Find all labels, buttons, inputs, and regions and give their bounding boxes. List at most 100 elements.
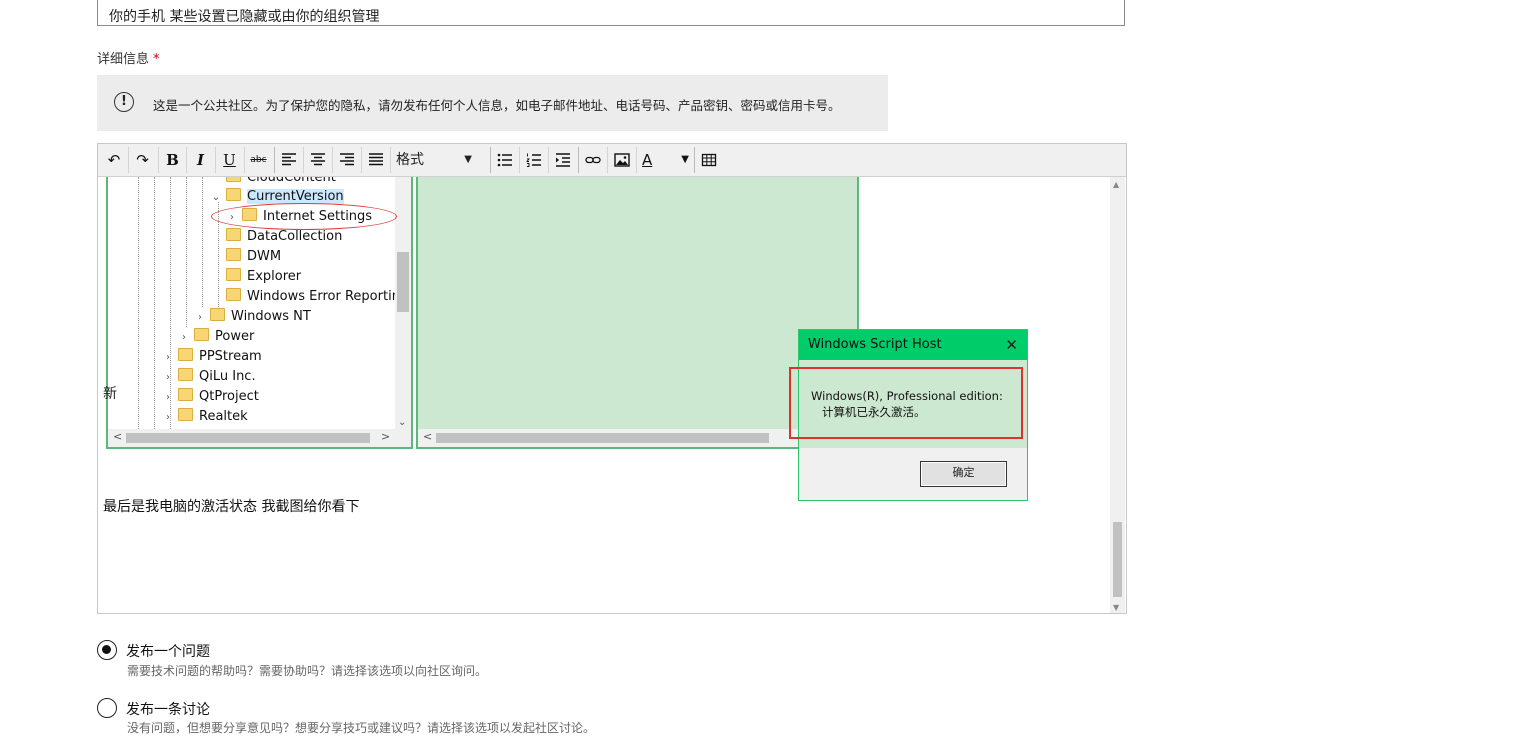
scroll-left-icon[interactable]: < xyxy=(113,430,122,443)
folder-icon xyxy=(226,177,241,182)
undo-button[interactable]: ↶ xyxy=(100,147,128,173)
close-icon[interactable]: ✕ xyxy=(1005,330,1018,360)
bold-button[interactable]: B xyxy=(158,147,186,173)
tree-item[interactable]: Windows Error Reporting xyxy=(210,287,408,307)
chevron-right-icon: › xyxy=(166,352,170,363)
scroll-down-icon[interactable]: ⌄ xyxy=(398,417,406,428)
folder-icon xyxy=(178,388,193,401)
editor-body-text: 最后是我电脑的激活状态 我截图给你看下 xyxy=(103,499,360,515)
tree-horizontal-scrollbar-thumb[interactable] xyxy=(126,433,370,443)
folder-icon xyxy=(226,228,241,241)
image-button[interactable] xyxy=(607,147,635,173)
link-icon xyxy=(584,156,601,164)
redo-icon: ↷ xyxy=(136,151,149,169)
post-question-desc: 需要技术问题的帮助吗？需要协助吗？请选择该选项以向社区询问。 xyxy=(127,664,488,678)
red-highlight-ellipse xyxy=(211,203,397,230)
folder-icon xyxy=(194,328,209,341)
editor-scrollbar-thumb[interactable] xyxy=(1113,522,1122,597)
tree-item[interactable]: › Windows NT xyxy=(194,307,311,327)
chevron-down-icon: ▼ xyxy=(681,154,689,165)
align-left-button[interactable] xyxy=(274,147,302,173)
chevron-down-icon: ▼ xyxy=(464,154,472,165)
chevron-right-icon: › xyxy=(198,312,202,323)
bold-icon: B xyxy=(166,151,179,169)
details-label: 详细信息 * xyxy=(97,48,160,67)
italic-button[interactable]: I xyxy=(186,147,214,173)
align-right-icon xyxy=(339,153,354,166)
scroll-down-icon: ▼ xyxy=(1113,603,1120,612)
bullet-list-icon xyxy=(497,153,512,167)
tree-guide xyxy=(202,177,203,307)
underline-button[interactable]: U xyxy=(215,147,243,173)
folder-icon xyxy=(226,188,241,201)
title-input-value: 你的手机 某些设置已隐藏或由你的组织管理 xyxy=(109,9,380,25)
indent-icon xyxy=(555,153,570,167)
chevron-right-icon: › xyxy=(182,332,186,343)
folder-icon xyxy=(178,348,193,361)
tree-vertical-scrollbar[interactable]: ⌄ xyxy=(395,177,411,430)
tree-item[interactable]: DWM xyxy=(210,247,281,267)
folder-icon xyxy=(178,408,193,421)
italic-icon: I xyxy=(196,151,205,169)
format-dropdown-label: 格式 xyxy=(396,152,424,168)
tree-vertical-scrollbar-thumb[interactable] xyxy=(397,252,409,312)
tree-guide xyxy=(186,177,187,327)
post-discussion-desc: 没有问题，但想要分享意见吗？想要分享技巧或建议吗？请选择该选项以发起社区讨论。 xyxy=(127,721,596,735)
format-dropdown[interactable]: 格式 ▼ xyxy=(390,147,486,173)
tree-item[interactable]: › Realtek xyxy=(162,407,248,427)
tree-guide xyxy=(154,177,155,429)
bullet-list-button[interactable] xyxy=(490,147,518,173)
tree-guide xyxy=(138,177,139,429)
tree-item[interactable]: › QtProject xyxy=(162,387,259,407)
align-left-icon xyxy=(281,153,296,166)
indent-button[interactable] xyxy=(548,147,576,173)
tree-item[interactable]: Explorer xyxy=(210,267,301,287)
strikethrough-icon: abc xyxy=(250,155,267,165)
scroll-right-icon[interactable]: > xyxy=(381,430,390,443)
numbered-list-icon xyxy=(525,153,541,167)
justify-button[interactable] xyxy=(361,147,389,173)
radio-selected-dot xyxy=(102,645,111,654)
chevron-right-icon: › xyxy=(166,412,170,423)
ok-button[interactable]: 确定 xyxy=(920,461,1007,487)
tree-item[interactable]: › Power xyxy=(178,327,254,347)
folder-icon xyxy=(210,308,225,321)
exclamation-circle-icon: ! xyxy=(114,92,134,112)
tree-item[interactable]: DataCollection xyxy=(210,227,342,247)
undo-icon: ↶ xyxy=(107,151,121,169)
title-input[interactable]: 你的手机 某些设置已隐藏或由你的组织管理 xyxy=(97,0,1125,26)
chevron-right-icon: › xyxy=(166,392,170,403)
font-color-button[interactable]: A ▼ xyxy=(636,147,692,173)
strikethrough-button[interactable]: abc xyxy=(244,147,272,173)
table-button[interactable] xyxy=(694,147,722,173)
link-button[interactable] xyxy=(578,147,606,173)
editor-scrollbar[interactable]: ▲ ▼ xyxy=(1110,177,1125,613)
align-center-button[interactable] xyxy=(303,147,331,173)
scroll-left-icon[interactable]: < xyxy=(423,430,432,443)
chevron-right-icon: › xyxy=(166,372,170,383)
tree-item[interactable]: › PPStream xyxy=(162,347,262,367)
editor-toolbar: ↶ ↷ B I U abc 格式 ▼ A ▼ xyxy=(98,144,1126,177)
required-mark: * xyxy=(153,52,160,67)
justify-icon xyxy=(368,153,383,166)
post-discussion-title: 发布一条讨论 xyxy=(126,702,210,718)
value-horizontal-scrollbar-thumb[interactable] xyxy=(436,433,769,443)
tree-item[interactable]: › QiLu Inc. xyxy=(162,367,256,387)
tree-horizontal-scrollbar[interactable]: < > xyxy=(108,429,411,447)
post-discussion-radio[interactable] xyxy=(97,698,117,718)
cut-off-text: 新 xyxy=(103,386,117,402)
dialog-title-bar: Windows Script Host ✕ xyxy=(799,330,1027,360)
scroll-up-icon: ▲ xyxy=(1113,180,1120,189)
chevron-down-icon: ⌄ xyxy=(211,192,221,203)
post-question-title: 发布一个问题 xyxy=(126,644,210,660)
dialog-title: Windows Script Host xyxy=(808,337,942,352)
folder-icon xyxy=(178,368,193,381)
redo-button[interactable]: ↷ xyxy=(128,147,156,173)
folder-icon xyxy=(226,288,241,301)
numbered-list-button[interactable] xyxy=(519,147,547,173)
red-highlight-box xyxy=(789,367,1023,439)
privacy-notice: ! 这是一个公共社区。为了保护您的隐私，请勿发布任何个人信息，如电子邮件地址、电… xyxy=(97,75,888,131)
align-right-button[interactable] xyxy=(332,147,360,173)
post-question-radio[interactable] xyxy=(97,640,117,660)
image-icon xyxy=(613,153,630,167)
